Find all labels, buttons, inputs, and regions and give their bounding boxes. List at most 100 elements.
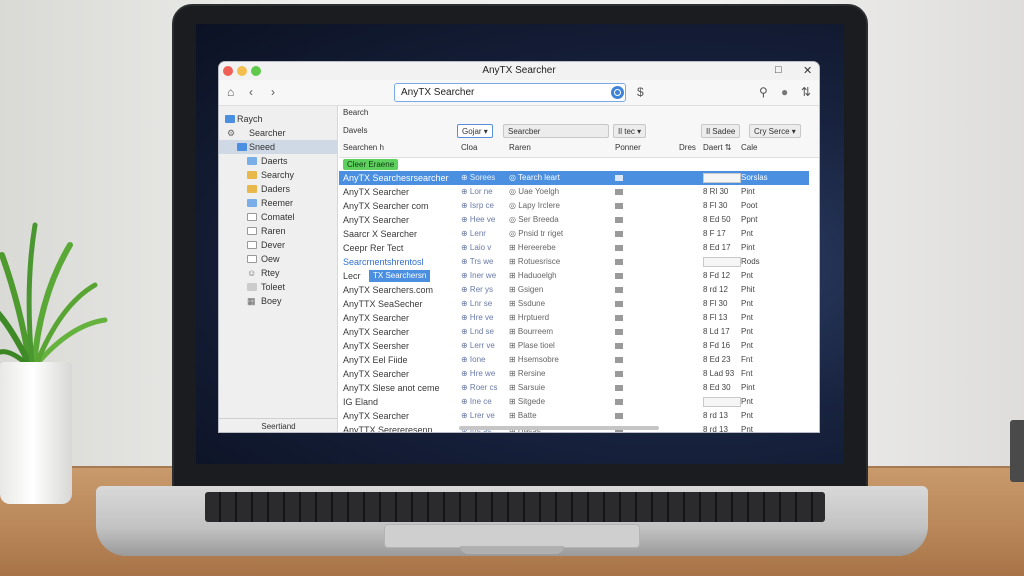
table-row[interactable]: AnyTTX SeaSecher ⊕ Lnr se ⊞ Ssdune 8 Fl 30 P… bbox=[339, 297, 809, 311]
column-header[interactable]: Cloa bbox=[461, 143, 477, 152]
table-row[interactable]: Searcrnentshrentosl ⊕ Trs we ⊞ Rotuesrisce… bbox=[339, 255, 809, 269]
sidebar-item-label: Searcher bbox=[249, 128, 286, 138]
forward-icon[interactable]: › bbox=[271, 85, 275, 99]
clear-tag[interactable]: Cleer Eraene bbox=[343, 159, 399, 170]
column-header[interactable]: Raren bbox=[509, 143, 531, 152]
row-date: 8 rd 12 bbox=[703, 285, 728, 294]
column-header[interactable]: Dres bbox=[679, 143, 696, 152]
column-header[interactable]: Ponner bbox=[615, 143, 641, 152]
row-detail: ⊞ Hereerebe bbox=[509, 243, 556, 252]
filter-chip-1[interactable]: Gojar ▾ bbox=[457, 124, 493, 138]
row-detail: ◎ Tearch leart bbox=[509, 173, 560, 182]
sidebar-item-label: Daders bbox=[261, 184, 291, 194]
folder-icon bbox=[247, 185, 257, 193]
table-row[interactable]: AnyTX Searcher ⊕ Lor ne ◎ Uae Yoelgh 8 Rl 3… bbox=[339, 185, 809, 199]
gear-icon: ⚙ bbox=[227, 128, 236, 138]
filter-chip-5[interactable]: Cry Serce ▾ bbox=[749, 124, 801, 138]
column-header[interactable]: Daert ⇅ bbox=[703, 143, 732, 152]
filter-header: Bearch Davels Gojar ▾ Searcber Il tec ▾ … bbox=[339, 106, 819, 158]
table-row[interactable]: IG Eland ⊕ Ine ce ⊞ Sitgede Pnt bbox=[339, 395, 809, 409]
sidebar-item-daerts[interactable]: Daerts bbox=[219, 154, 338, 168]
row-type: ⊕ Lnd se bbox=[461, 327, 494, 336]
table-row[interactable]: AnyTX Searcher ⊕ Hre we ⊞ Rersine 8 Lad 93 F… bbox=[339, 367, 809, 381]
sidebar-item-label: Raren bbox=[261, 226, 286, 236]
back-icon[interactable]: ‹ bbox=[249, 85, 253, 99]
filter-chip-3[interactable]: Il tec ▾ bbox=[613, 124, 647, 138]
home-icon[interactable]: ⌂ bbox=[227, 85, 234, 99]
sidebar: Raych ⚙ Searcher Sneed Daerts Searchy Da… bbox=[219, 106, 338, 432]
sidebar-item-daders[interactable]: Daders bbox=[219, 182, 338, 196]
document-icon bbox=[247, 227, 257, 235]
plant-leaves bbox=[0, 222, 108, 368]
laptop-keyboard bbox=[205, 492, 825, 522]
sidebar-item-raych[interactable]: Raych bbox=[219, 112, 338, 126]
user-icon[interactable]: ● bbox=[781, 85, 788, 99]
title-bar: AnyTX Searcher □ ✕ bbox=[219, 62, 819, 80]
maximize-icon[interactable]: □ bbox=[775, 64, 782, 76]
horizontal-scrollbar[interactable] bbox=[459, 426, 659, 430]
row-name: AnyTX Searcher bbox=[343, 187, 410, 197]
status-square-icon bbox=[615, 189, 623, 195]
row-detail: ⊞ Haduoelgh bbox=[509, 271, 557, 280]
table-row[interactable]: Saarcr X Searcher ⊕ Lenr ◎ Pnsid tr riget 8… bbox=[339, 227, 809, 241]
row-detail: ⊞ Rotuesrisce bbox=[509, 257, 561, 266]
sidebar-item-searcher[interactable]: ⚙ Searcher bbox=[219, 126, 338, 140]
row-detail: ⊞ Hrptuerd bbox=[509, 313, 550, 322]
row-date: 8 F 17 bbox=[703, 229, 726, 238]
row-date-box[interactable] bbox=[703, 257, 741, 267]
search-icon[interactable] bbox=[611, 86, 624, 99]
table-row[interactable]: AnyTX Searcher ⊕ Lrer ve ⊞ Batte 8 rd 13 Pnt bbox=[339, 409, 809, 423]
table-row[interactable]: AnyTX Searcher ⊕ Hre ve ⊞ Hrptuerd 8 Fl 13 P… bbox=[339, 311, 809, 325]
section-title: Bearch bbox=[343, 108, 369, 117]
sort-icon[interactable]: ⇅ bbox=[801, 85, 811, 99]
row-date: 8 rd 13 bbox=[703, 425, 728, 432]
sidebar-item-sneed[interactable]: Sneed bbox=[219, 140, 338, 154]
sidebar-item-dever[interactable]: Dever bbox=[219, 238, 338, 252]
sidebar-item-label: Rtey bbox=[261, 268, 280, 278]
row-detail: ◎ Uae Yoelgh bbox=[509, 187, 560, 196]
row-type: ⊕ Isrp ce bbox=[461, 201, 494, 210]
sidebar-item-label: Raych bbox=[237, 114, 263, 124]
column-header[interactable]: Cale bbox=[741, 143, 757, 152]
status-square-icon bbox=[615, 273, 623, 279]
row-detail: ⊞ Plase tioel bbox=[509, 341, 555, 350]
table-row[interactable]: AnyTX Searchesrsearcher ⊕ Sorees ◎ Tearch … bbox=[339, 171, 809, 185]
row-type: ⊕ Ione bbox=[461, 355, 486, 364]
toolbar: ⌂ ‹ › AnyTX Searcher $ ⚲ ● ⇅ bbox=[219, 80, 819, 106]
app-window: AnyTX Searcher □ ✕ ⌂ ‹ › AnyTX Searcher … bbox=[219, 62, 819, 432]
sidebar-item-raren[interactable]: Raren bbox=[219, 224, 338, 238]
table-row[interactable]: AnyTX Slese anot ceme ⊕ Roer cs ⊞ Sarsuie 8… bbox=[339, 381, 809, 395]
table-row[interactable]: AnyTX Searcher ⊕ Hee ve ◎ Ser Breeda 8 Ed 5… bbox=[339, 213, 809, 227]
sidebar-item-comatel[interactable]: Comatel bbox=[219, 210, 338, 224]
grid-icon: ▦ bbox=[247, 296, 256, 306]
sidebar-item-searchy[interactable]: Searchy bbox=[219, 168, 338, 182]
status-square-icon bbox=[615, 399, 623, 405]
dollar-icon[interactable]: $ bbox=[637, 85, 644, 99]
search-input[interactable]: AnyTX Searcher bbox=[394, 83, 626, 102]
table-row[interactable]: AnyTX Seersher ⊕ Lerr ve ⊞ Plase tioel 8 Fd… bbox=[339, 339, 809, 353]
selection-popup[interactable]: TX Searchersn bbox=[369, 270, 431, 282]
row-type-label: Pnt bbox=[741, 397, 754, 406]
row-date: 8 Ed 30 bbox=[703, 383, 731, 392]
close-icon[interactable]: ✕ bbox=[803, 64, 812, 77]
filter-chip-4[interactable]: Il Sadee bbox=[701, 124, 741, 138]
table-row[interactable]: AnyTX Searchers.com ⊕ Rer ys ⊞ Gsigen 8 rd … bbox=[339, 283, 809, 297]
table-row[interactable]: AnyTX Searcher com ⊕ Isrp ce ◎ Lapy Ircler… bbox=[339, 199, 809, 213]
sidebar-item-rtey[interactable]: ☺ Rtey bbox=[219, 266, 338, 280]
row-date: 8 Fl 30 bbox=[703, 299, 728, 308]
row-type-label: Pint bbox=[741, 383, 755, 392]
pin-icon[interactable]: ⚲ bbox=[759, 85, 768, 99]
sidebar-item-toleet[interactable]: Toleet bbox=[219, 280, 338, 294]
sidebar-item-oew[interactable]: Oew bbox=[219, 252, 338, 266]
row-date-box[interactable] bbox=[703, 173, 741, 183]
status-square-icon bbox=[615, 259, 623, 265]
sidebar-item-boey[interactable]: ▦ Boey bbox=[219, 294, 338, 308]
table-row[interactable]: AnyTX Searcher ⊕ Lnd se ⊞ Bourreem 8 Ld 17 P… bbox=[339, 325, 809, 339]
row-date-box[interactable] bbox=[703, 397, 741, 407]
filter-chip-2[interactable]: Searcber bbox=[503, 124, 609, 138]
sidebar-item-label: Toleet bbox=[261, 282, 286, 292]
row-date: 8 Lad 93 bbox=[703, 369, 735, 378]
sidebar-item-reemer[interactable]: Reemer bbox=[219, 196, 338, 210]
table-row[interactable]: AnyTX Eel Fiide ⊕ Ione ⊞ Hsemsobre 8 Ed 23 F… bbox=[339, 353, 809, 367]
table-row[interactable]: Ceepr Rer Tect ⊕ Laio v ⊞ Hereerebe 8 Ed 17… bbox=[339, 241, 809, 255]
